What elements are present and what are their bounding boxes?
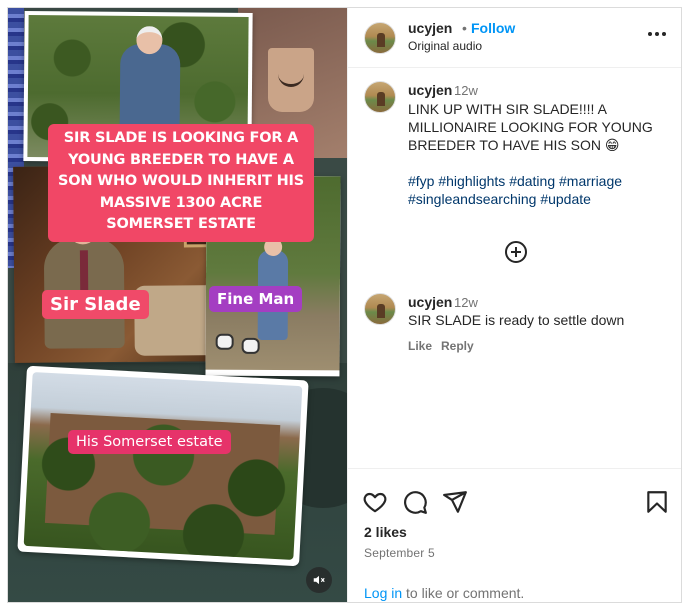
hashtag-link[interactable]: #fyp (408, 173, 434, 189)
likes-count[interactable]: 2 likes (364, 524, 407, 540)
bookmark-icon (647, 491, 667, 513)
hashtag-link[interactable]: #highlights (438, 173, 505, 189)
like-button[interactable] (362, 489, 388, 515)
speaker-muted-icon (313, 575, 325, 585)
caption-author-avatar[interactable] (364, 81, 396, 113)
login-link[interactable]: Log in (364, 585, 402, 601)
follow-button[interactable]: Follow (471, 20, 515, 36)
post-side-panel: ucyjen • Follow Original audio ucyjen 12… (347, 8, 681, 602)
caption-hashtags: #fyp #highlights #dating #marriage #sing… (408, 172, 670, 208)
author-avatar[interactable] (364, 22, 396, 54)
comment-text: SIR SLADE is ready to settle down (408, 312, 625, 328)
login-prompt: Log in to like or comment. (364, 585, 524, 601)
comments-section: ucyjen 12w LINK UP WITH SIR SLADE!!!! A … (348, 69, 681, 468)
header-separator: • (462, 20, 467, 36)
comment-button[interactable] (402, 489, 428, 515)
caption-text: LINK UP WITH SIR SLADE!!!! A MILLIONAIRE… (408, 101, 653, 153)
heart-icon (363, 492, 387, 513)
post-date[interactable]: September 5 (364, 546, 435, 560)
login-prompt-text: to like or comment. (402, 585, 525, 601)
audio-link[interactable]: Original audio (408, 39, 482, 53)
share-button[interactable] (442, 489, 468, 515)
post-card: SIR SLADE IS LOOKING FOR A YOUNG BREEDER… (7, 7, 682, 603)
media-label-fine-man: Fine Man (209, 286, 303, 312)
share-icon (443, 491, 467, 513)
hashtag-link[interactable]: #dating (509, 173, 555, 189)
more-options-button[interactable] (645, 22, 669, 46)
load-more-comments-button[interactable] (505, 241, 527, 263)
hashtag-link[interactable]: #marriage (559, 173, 622, 189)
hashtag-link[interactable]: #update (540, 191, 591, 207)
comment-timestamp[interactable]: 12w (454, 295, 478, 310)
media-overlay-caption: SIR SLADE IS LOOKING FOR A YOUNG BREEDER… (48, 124, 314, 242)
media-label-estate: His Somerset estate (68, 430, 231, 454)
comment-like-button[interactable]: Like (408, 339, 432, 353)
post-actions: 2 likes September 5 Log in to like or co… (348, 468, 681, 602)
post-media[interactable]: SIR SLADE IS LOOKING FOR A YOUNG BREEDER… (8, 8, 347, 602)
media-label-sir-slade: Sir Slade (42, 290, 149, 319)
author-username[interactable]: ucyjen (408, 20, 452, 36)
post-header: ucyjen • Follow Original audio (348, 8, 681, 68)
photo-somerset-estate (17, 365, 309, 567)
caption-timestamp[interactable]: 12w (454, 83, 478, 98)
caption-username[interactable]: ucyjen (408, 82, 452, 98)
comment-icon (404, 491, 427, 514)
save-button[interactable] (644, 489, 670, 515)
commenter-avatar[interactable] (364, 293, 396, 325)
comment-reply-button[interactable]: Reply (441, 339, 474, 353)
more-options-icon (648, 32, 652, 36)
comment-username[interactable]: ucyjen (408, 294, 452, 310)
mute-button[interactable] (306, 567, 332, 593)
hashtag-link[interactable]: #singleandsearching (408, 191, 536, 207)
